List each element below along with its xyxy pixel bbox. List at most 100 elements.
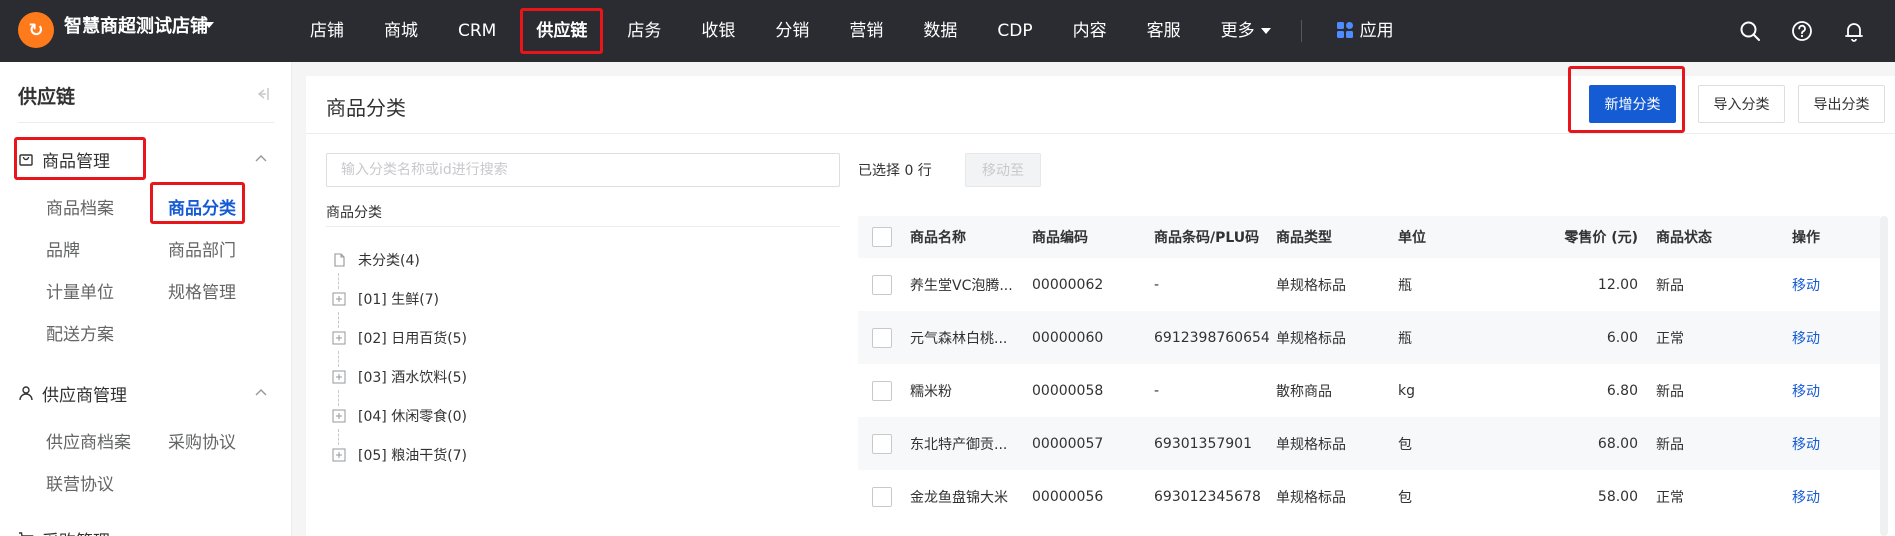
tree-divider [326, 226, 840, 227]
product-table: 商品名称 商品编码 商品条码/PLU码 商品类型 单位 零售价 (元) 商品状态… [858, 216, 1880, 523]
move-to-button[interactable]: 移动至 [965, 153, 1041, 187]
nav-divider [1300, 20, 1302, 42]
cell-code: 00000058 [1032, 382, 1104, 399]
sidebar-item-brand[interactable]: 品牌 [46, 236, 80, 261]
nav-item-crm[interactable]: CRM [438, 0, 516, 62]
cell-code: 00000057 [1032, 435, 1104, 452]
cell-code: 00000062 [1032, 276, 1104, 293]
cell-unit: 瓶 [1398, 330, 1412, 347]
search-icon[interactable] [1739, 20, 1761, 42]
sidebar-item-delivery-plan[interactable]: 配送方案 [46, 320, 114, 345]
nav-item-more[interactable]: 更多 [1201, 0, 1291, 62]
plus-square-icon[interactable] [332, 448, 346, 462]
select-all-checkbox[interactable] [872, 227, 892, 247]
cell-code: 00000060 [1032, 329, 1104, 346]
category-search-input[interactable] [326, 153, 840, 187]
chevron-down-icon [1260, 28, 1271, 34]
import-category-button[interactable]: 导入分类 [1698, 85, 1785, 123]
top-icon-group [1739, 0, 1895, 62]
store-switch-caret-icon[interactable] [204, 22, 214, 28]
column-header-price: 零售价 (元) [1564, 230, 1638, 246]
sidebar-group-purchase-management[interactable]: 采购管理 [18, 524, 110, 536]
bell-icon[interactable] [1843, 20, 1865, 42]
export-category-button[interactable]: 导出分类 [1798, 85, 1885, 123]
row-checkbox[interactable] [872, 274, 892, 295]
tree-node-drinks[interactable]: [03] 酒水饮料(5) [332, 366, 467, 388]
help-icon[interactable] [1791, 20, 1813, 42]
cell-name: 元气森林白桃... [910, 330, 1008, 347]
sidebar-item-purchase-agreement[interactable]: 采购协议 [168, 428, 236, 453]
tree-node-grain-oil[interactable]: [05] 粮油干货(7) [332, 444, 467, 466]
nav-item-shop[interactable]: 店铺 [290, 0, 364, 62]
nav-item-supply-chain[interactable]: 供应链 [516, 0, 607, 62]
chevron-up-icon[interactable] [254, 152, 268, 166]
column-header-unit: 单位 [1398, 230, 1426, 246]
table-scrollbar[interactable] [1880, 216, 1888, 536]
move-link[interactable]: 移动 [1792, 381, 1852, 401]
nav-item-distribution[interactable]: 分销 [755, 0, 829, 62]
nav-item-data[interactable]: 数据 [903, 0, 977, 62]
store-logo-icon[interactable]: ↻ [18, 12, 54, 48]
move-link[interactable]: 移动 [1792, 328, 1852, 348]
tree-node-snacks[interactable]: [04] 休闲零食(0) [332, 405, 467, 427]
sidebar-item-unit[interactable]: 计量单位 [46, 278, 114, 303]
sidebar-item-product-archive[interactable]: 商品档案 [46, 194, 114, 219]
chevron-up-icon[interactable] [254, 386, 268, 400]
tree-node-daily-goods[interactable]: [02] 日用百货(5) [332, 327, 467, 349]
move-link[interactable]: 移动 [1792, 434, 1852, 454]
table-row: 糯米粉 00000058 - 散称商品 kg 6.80 新品 移动 [858, 364, 1880, 417]
cell-type: 单规格标品 [1276, 489, 1346, 506]
plus-square-icon[interactable] [332, 292, 346, 306]
cell-price: 6.80 [1606, 382, 1638, 399]
sidebar-item-joint-agreement[interactable]: 联营协议 [46, 470, 114, 495]
cell-name: 金龙鱼盘锦大米 [910, 489, 1008, 506]
cell-unit: 瓶 [1398, 277, 1412, 294]
cell-barcode: 693012345678 [1154, 488, 1261, 505]
store-name[interactable]: 智慧商超测试店铺 [64, 14, 208, 40]
cell-barcode: - [1154, 382, 1160, 399]
highlight-box-product-management [14, 137, 146, 180]
row-checkbox[interactable] [872, 433, 892, 454]
plus-square-icon[interactable] [332, 370, 346, 384]
nav-item-mall[interactable]: 商城 [364, 0, 438, 62]
nav-item-marketing[interactable]: 营销 [829, 0, 903, 62]
sidebar-item-spec-management[interactable]: 规格管理 [168, 278, 236, 303]
table-row: 东北特产御贡... 00000057 69301357901 单规格标品 包 6… [858, 417, 1880, 470]
nav-item-cdp[interactable]: CDP [977, 0, 1052, 62]
row-checkbox[interactable] [872, 380, 892, 401]
cell-status: 新品 [1656, 436, 1684, 453]
cart-icon [19, 532, 34, 536]
column-header-name: 商品名称 [910, 230, 966, 246]
sidebar-group-supplier-management[interactable]: 供应商管理 [18, 378, 127, 408]
tree-node-fresh[interactable]: [01] 生鲜(7) [332, 288, 439, 310]
sidebar-divider [18, 122, 274, 123]
page-title: 商品分类 [326, 96, 406, 120]
sidebar-item-supplier-archive[interactable]: 供应商档案 [46, 428, 131, 453]
selected-count: 已选择 0 行 [858, 163, 932, 179]
nav-item-cashier[interactable]: 收银 [681, 0, 755, 62]
file-icon [334, 253, 345, 267]
nav-item-apps[interactable]: 应用 [1316, 0, 1414, 62]
cell-type: 单规格标品 [1276, 436, 1346, 453]
move-link[interactable]: 移动 [1792, 487, 1852, 507]
sidebar-item-product-department[interactable]: 商品部门 [168, 236, 236, 261]
collapse-sidebar-icon[interactable] [254, 86, 270, 102]
nav-item-content[interactable]: 内容 [1053, 0, 1127, 62]
plus-square-icon[interactable] [332, 409, 346, 423]
tree-node-uncategorized[interactable]: 未分类(4) [332, 249, 420, 271]
nav-item-service[interactable]: 客服 [1127, 0, 1201, 62]
tree-node-label: [01] 生鲜(7) [358, 292, 440, 308]
nav-apps-label: 应用 [1359, 21, 1394, 41]
move-link[interactable]: 移动 [1792, 275, 1852, 295]
nav-more-label: 更多 [1220, 21, 1255, 41]
tree-section-label: 商品分类 [326, 205, 382, 221]
highlight-box-add-category [1568, 66, 1685, 133]
column-header-code: 商品编码 [1032, 230, 1088, 246]
plus-square-icon[interactable] [332, 331, 346, 345]
row-checkbox[interactable] [872, 486, 892, 507]
sidebar: 供应链 商品管理 商品档案 商品分类 品牌 商品部门 计量单位 规格管理 配送方… [0, 62, 292, 536]
row-checkbox[interactable] [872, 327, 892, 348]
tree-node-label: [02] 日用百货(5) [358, 331, 468, 347]
cell-price: 58.00 [1597, 488, 1638, 505]
nav-item-store-ops[interactable]: 店务 [607, 0, 681, 62]
